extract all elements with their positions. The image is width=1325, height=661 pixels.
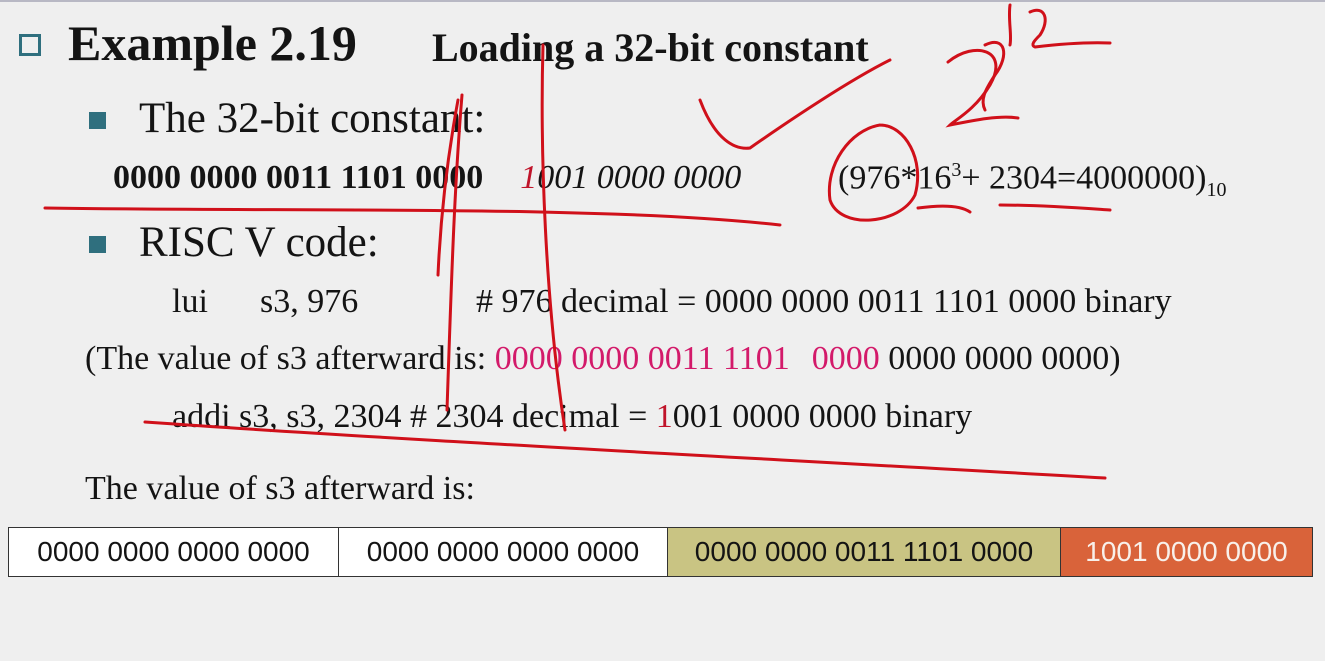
ink-digit-2-b — [945, 48, 1020, 128]
ink-underline-constant — [43, 206, 782, 227]
ink-underline-addi — [143, 420, 1107, 480]
ink-underline-2304 — [998, 203, 1112, 212]
handwritten-annotations — [43, 3, 1112, 480]
ink-vertical-line-2 — [540, 43, 567, 432]
ink-checkmark — [698, 58, 892, 150]
ink-vertical-line-1 — [445, 93, 464, 412]
ink-underline-16 — [916, 204, 972, 214]
ink-circle-976 — [827, 123, 920, 222]
ink-digit-1 — [1007, 3, 1013, 47]
ink-digit-2-top — [1028, 8, 1112, 49]
